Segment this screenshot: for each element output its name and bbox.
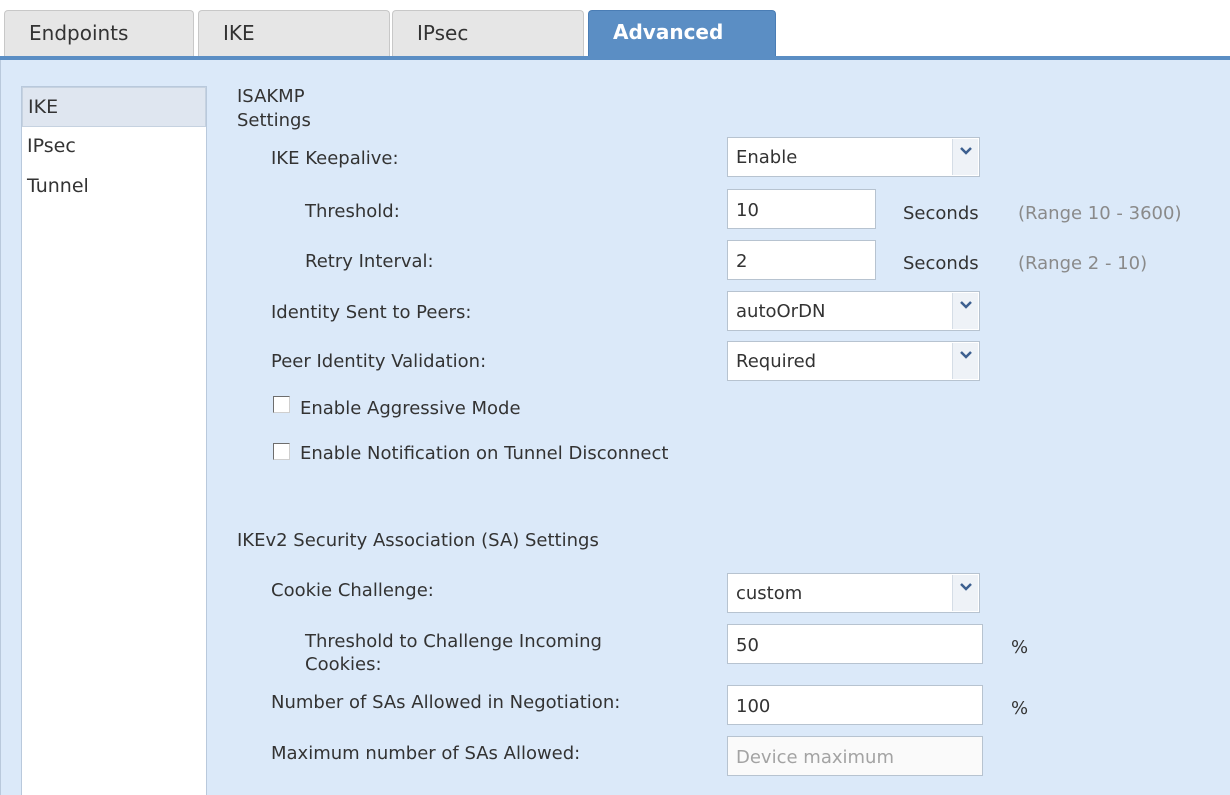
threshold-cookies-unit: % (1011, 637, 1029, 658)
peer-validation-label: Peer Identity Validation: (271, 351, 487, 372)
tab-endpoints-label: Endpoints (29, 21, 129, 45)
threshold-range-hint: (Range 10 - 3600) (1018, 203, 1182, 224)
subnav-item-tunnel[interactable]: Tunnel (22, 167, 206, 207)
identity-sent-label: Identity Sent to Peers: (271, 302, 472, 323)
sas-negotiation-unit: % (1011, 698, 1029, 719)
chevron-down-icon (952, 293, 978, 329)
notify-disconnect-checkbox[interactable] (273, 443, 290, 460)
retry-interval-input[interactable]: 2 (727, 240, 876, 280)
threshold-cookies-input[interactable]: 50 (727, 624, 983, 664)
ike-keepalive-select[interactable]: Enable (727, 137, 980, 177)
chevron-down-icon (952, 139, 978, 175)
tab-bar: Endpoints IKE IPsec Advanced (0, 0, 1230, 60)
tab-ipsec-label: IPsec (417, 21, 469, 45)
tab-ike[interactable]: IKE (198, 10, 390, 56)
threshold-unit: Seconds (903, 203, 979, 224)
max-sas-label: Maximum number of SAs Allowed: (271, 743, 581, 764)
max-sas-input[interactable]: Device maximum (727, 736, 983, 776)
sas-negotiation-input[interactable]: 100 (727, 685, 983, 725)
cookie-challenge-select[interactable]: custom (727, 573, 980, 613)
peer-validation-select[interactable]: Required (727, 341, 980, 381)
ike-keepalive-label: IKE Keepalive: (271, 148, 399, 169)
retry-interval-unit: Seconds (903, 253, 979, 274)
aggressive-mode-checkbox[interactable] (273, 396, 290, 413)
peer-validation-value: Required (736, 351, 817, 372)
ike-keepalive-value: Enable (736, 147, 798, 168)
chevron-down-icon (952, 343, 978, 379)
threshold-input[interactable]: 10 (727, 189, 876, 229)
notify-disconnect-label: Enable Notification on Tunnel Disconnect (300, 443, 669, 464)
identity-sent-select[interactable]: autoOrDN (727, 291, 980, 331)
identity-sent-value: autoOrDN (736, 301, 826, 322)
subnav-item-label: IKE (28, 96, 59, 118)
advanced-panel: IKE IPsec Tunnel (0, 60, 1230, 795)
cookie-challenge-value: custom (736, 583, 803, 604)
tab-advanced-label: Advanced (613, 20, 724, 44)
threshold-label: Threshold: (305, 201, 400, 222)
tab-ike-label: IKE (223, 21, 255, 45)
chevron-down-icon (952, 575, 978, 611)
subnav-item-label: IPsec (27, 135, 76, 157)
subnav-item-label: Tunnel (27, 175, 89, 197)
retry-interval-range-hint: (Range 2 - 10) (1018, 253, 1148, 274)
sub-navigation: IKE IPsec Tunnel (21, 86, 207, 795)
isakmp-heading: ISAKMP Settings (237, 86, 311, 131)
tab-endpoints[interactable]: Endpoints (4, 10, 194, 56)
sas-negotiation-label: Number of SAs Allowed in Negotiation: (271, 692, 621, 713)
threshold-cookies-label: Threshold to Challenge Incoming Cookies: (305, 631, 602, 675)
tab-ipsec[interactable]: IPsec (392, 10, 584, 56)
subnav-item-ike[interactable]: IKE (22, 87, 206, 127)
tab-advanced[interactable]: Advanced (588, 10, 776, 56)
subnav-item-ipsec[interactable]: IPsec (22, 127, 206, 167)
ikev2-heading: IKEv2 Security Association (SA) Settings (237, 530, 599, 551)
aggressive-mode-label: Enable Aggressive Mode (300, 398, 521, 419)
retry-interval-label: Retry Interval: (305, 251, 434, 272)
cookie-challenge-label: Cookie Challenge: (271, 580, 434, 601)
